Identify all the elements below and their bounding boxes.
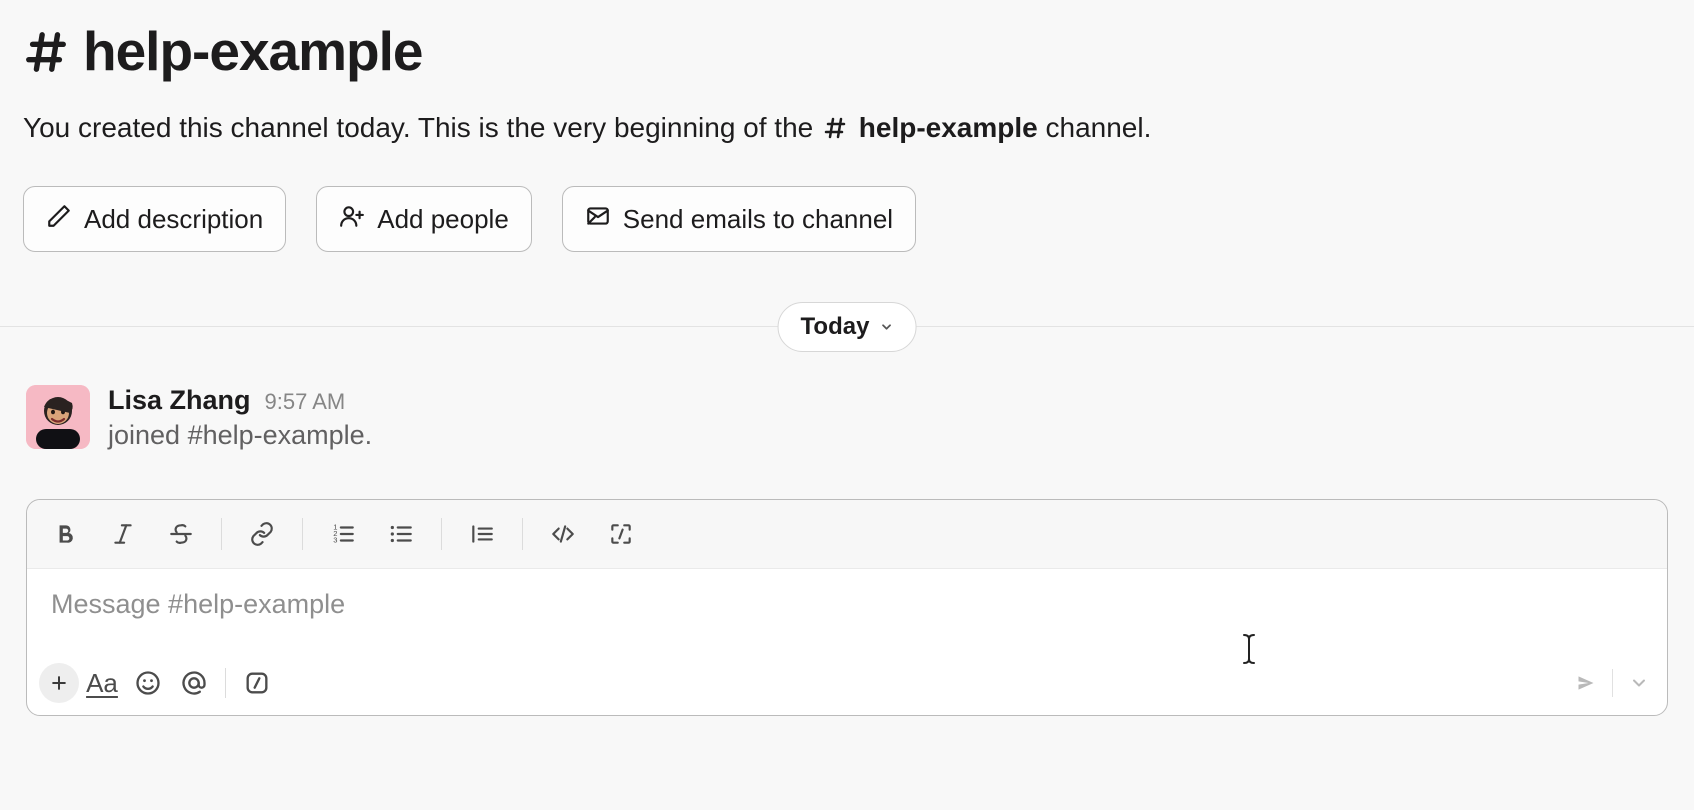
intro-channel-name: help-example xyxy=(859,112,1038,143)
shortcuts-button[interactable] xyxy=(234,660,280,706)
message-input[interactable] xyxy=(49,587,1649,641)
divider-line xyxy=(0,326,847,327)
formatting-icon: Aa xyxy=(86,668,118,699)
code-block-button[interactable] xyxy=(597,510,645,558)
button-label: Add people xyxy=(377,204,509,235)
date-jump-button[interactable]: Today xyxy=(778,302,917,352)
blockquote-button[interactable] xyxy=(458,510,506,558)
bold-button[interactable] xyxy=(41,510,89,558)
person-plus-icon xyxy=(339,203,365,236)
strikethrough-button[interactable] xyxy=(157,510,205,558)
toolbar-divider xyxy=(225,668,226,698)
button-label: Add description xyxy=(84,204,263,235)
send-group xyxy=(1570,667,1655,699)
channel-intro-text: You created this channel today. This is … xyxy=(23,112,1151,147)
link-button[interactable] xyxy=(238,510,286,558)
toolbar-divider xyxy=(221,518,222,550)
event-text: joined #help-example. xyxy=(108,420,372,451)
attach-button[interactable] xyxy=(39,663,79,703)
add-people-button[interactable]: Add people xyxy=(316,186,532,252)
mention-button[interactable] xyxy=(171,660,217,706)
button-label: Send emails to channel xyxy=(623,204,893,235)
channel-name: help-example xyxy=(83,24,423,79)
toolbar-divider xyxy=(522,518,523,550)
code-button[interactable] xyxy=(539,510,587,558)
intro-prefix: You created this channel today. This is … xyxy=(23,112,821,143)
event-timestamp: 9:57 AM xyxy=(265,389,346,415)
divider-line xyxy=(847,326,1694,327)
emoji-button[interactable] xyxy=(125,660,171,706)
intro-suffix: channel. xyxy=(1046,112,1152,143)
event-user-name[interactable]: Lisa Zhang xyxy=(108,385,251,416)
hash-icon xyxy=(823,115,847,147)
date-divider: Today xyxy=(0,326,1694,327)
message-composer: 123 Aa xyxy=(26,499,1668,716)
add-description-button[interactable]: Add description xyxy=(23,186,286,252)
send-options-button[interactable] xyxy=(1623,667,1655,699)
avatar[interactable] xyxy=(26,385,90,449)
date-label: Today xyxy=(801,313,870,341)
toolbar-divider xyxy=(441,518,442,550)
send-emails-button[interactable]: Send emails to channel xyxy=(562,186,916,252)
bulleted-list-button[interactable] xyxy=(377,510,425,558)
email-forward-icon xyxy=(585,203,611,236)
composer-bottom-bar: Aa xyxy=(27,651,1667,715)
toggle-formatting-button[interactable]: Aa xyxy=(79,660,125,706)
channel-actions: Add description Add people Send emails t… xyxy=(23,186,916,252)
send-button[interactable] xyxy=(1570,667,1602,699)
italic-button[interactable] xyxy=(99,510,147,558)
chevron-down-icon xyxy=(879,313,893,341)
toolbar-divider xyxy=(302,518,303,550)
hash-icon xyxy=(23,29,69,75)
toolbar-divider xyxy=(1612,669,1613,697)
system-message: Lisa Zhang 9:57 AM joined #help-example. xyxy=(26,385,372,451)
channel-title: help-example xyxy=(23,24,423,79)
ordered-list-button[interactable]: 123 xyxy=(319,510,367,558)
formatting-toolbar: 123 xyxy=(27,500,1667,569)
pencil-icon xyxy=(46,203,72,236)
svg-text:3: 3 xyxy=(333,536,337,545)
